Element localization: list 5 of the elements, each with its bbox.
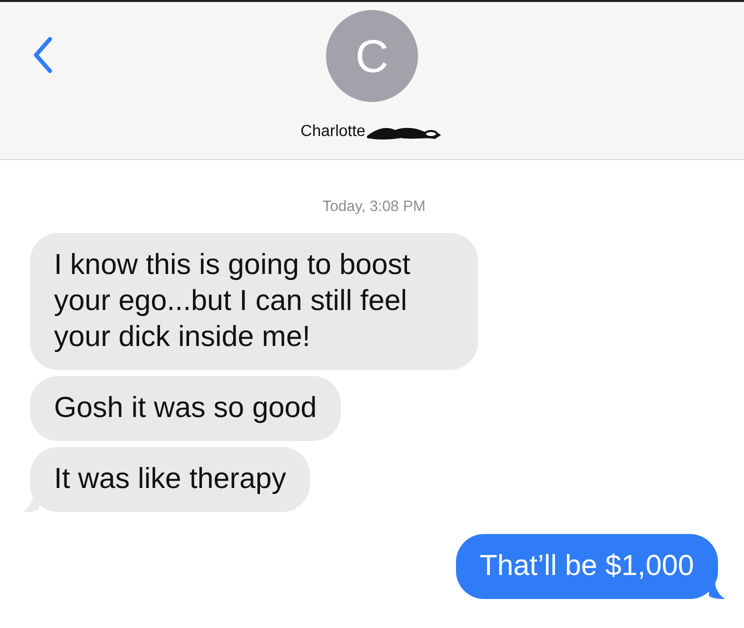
received-message: I know this is going to boost your ego...but I can still feel your dick inside me! [30, 233, 478, 370]
message-timestamp: Today, 3:08 PM [322, 198, 426, 215]
received-message: Gosh it was so good [30, 376, 341, 441]
contact-name[interactable]: Charlotte [300, 123, 366, 141]
back-icon [33, 36, 53, 74]
